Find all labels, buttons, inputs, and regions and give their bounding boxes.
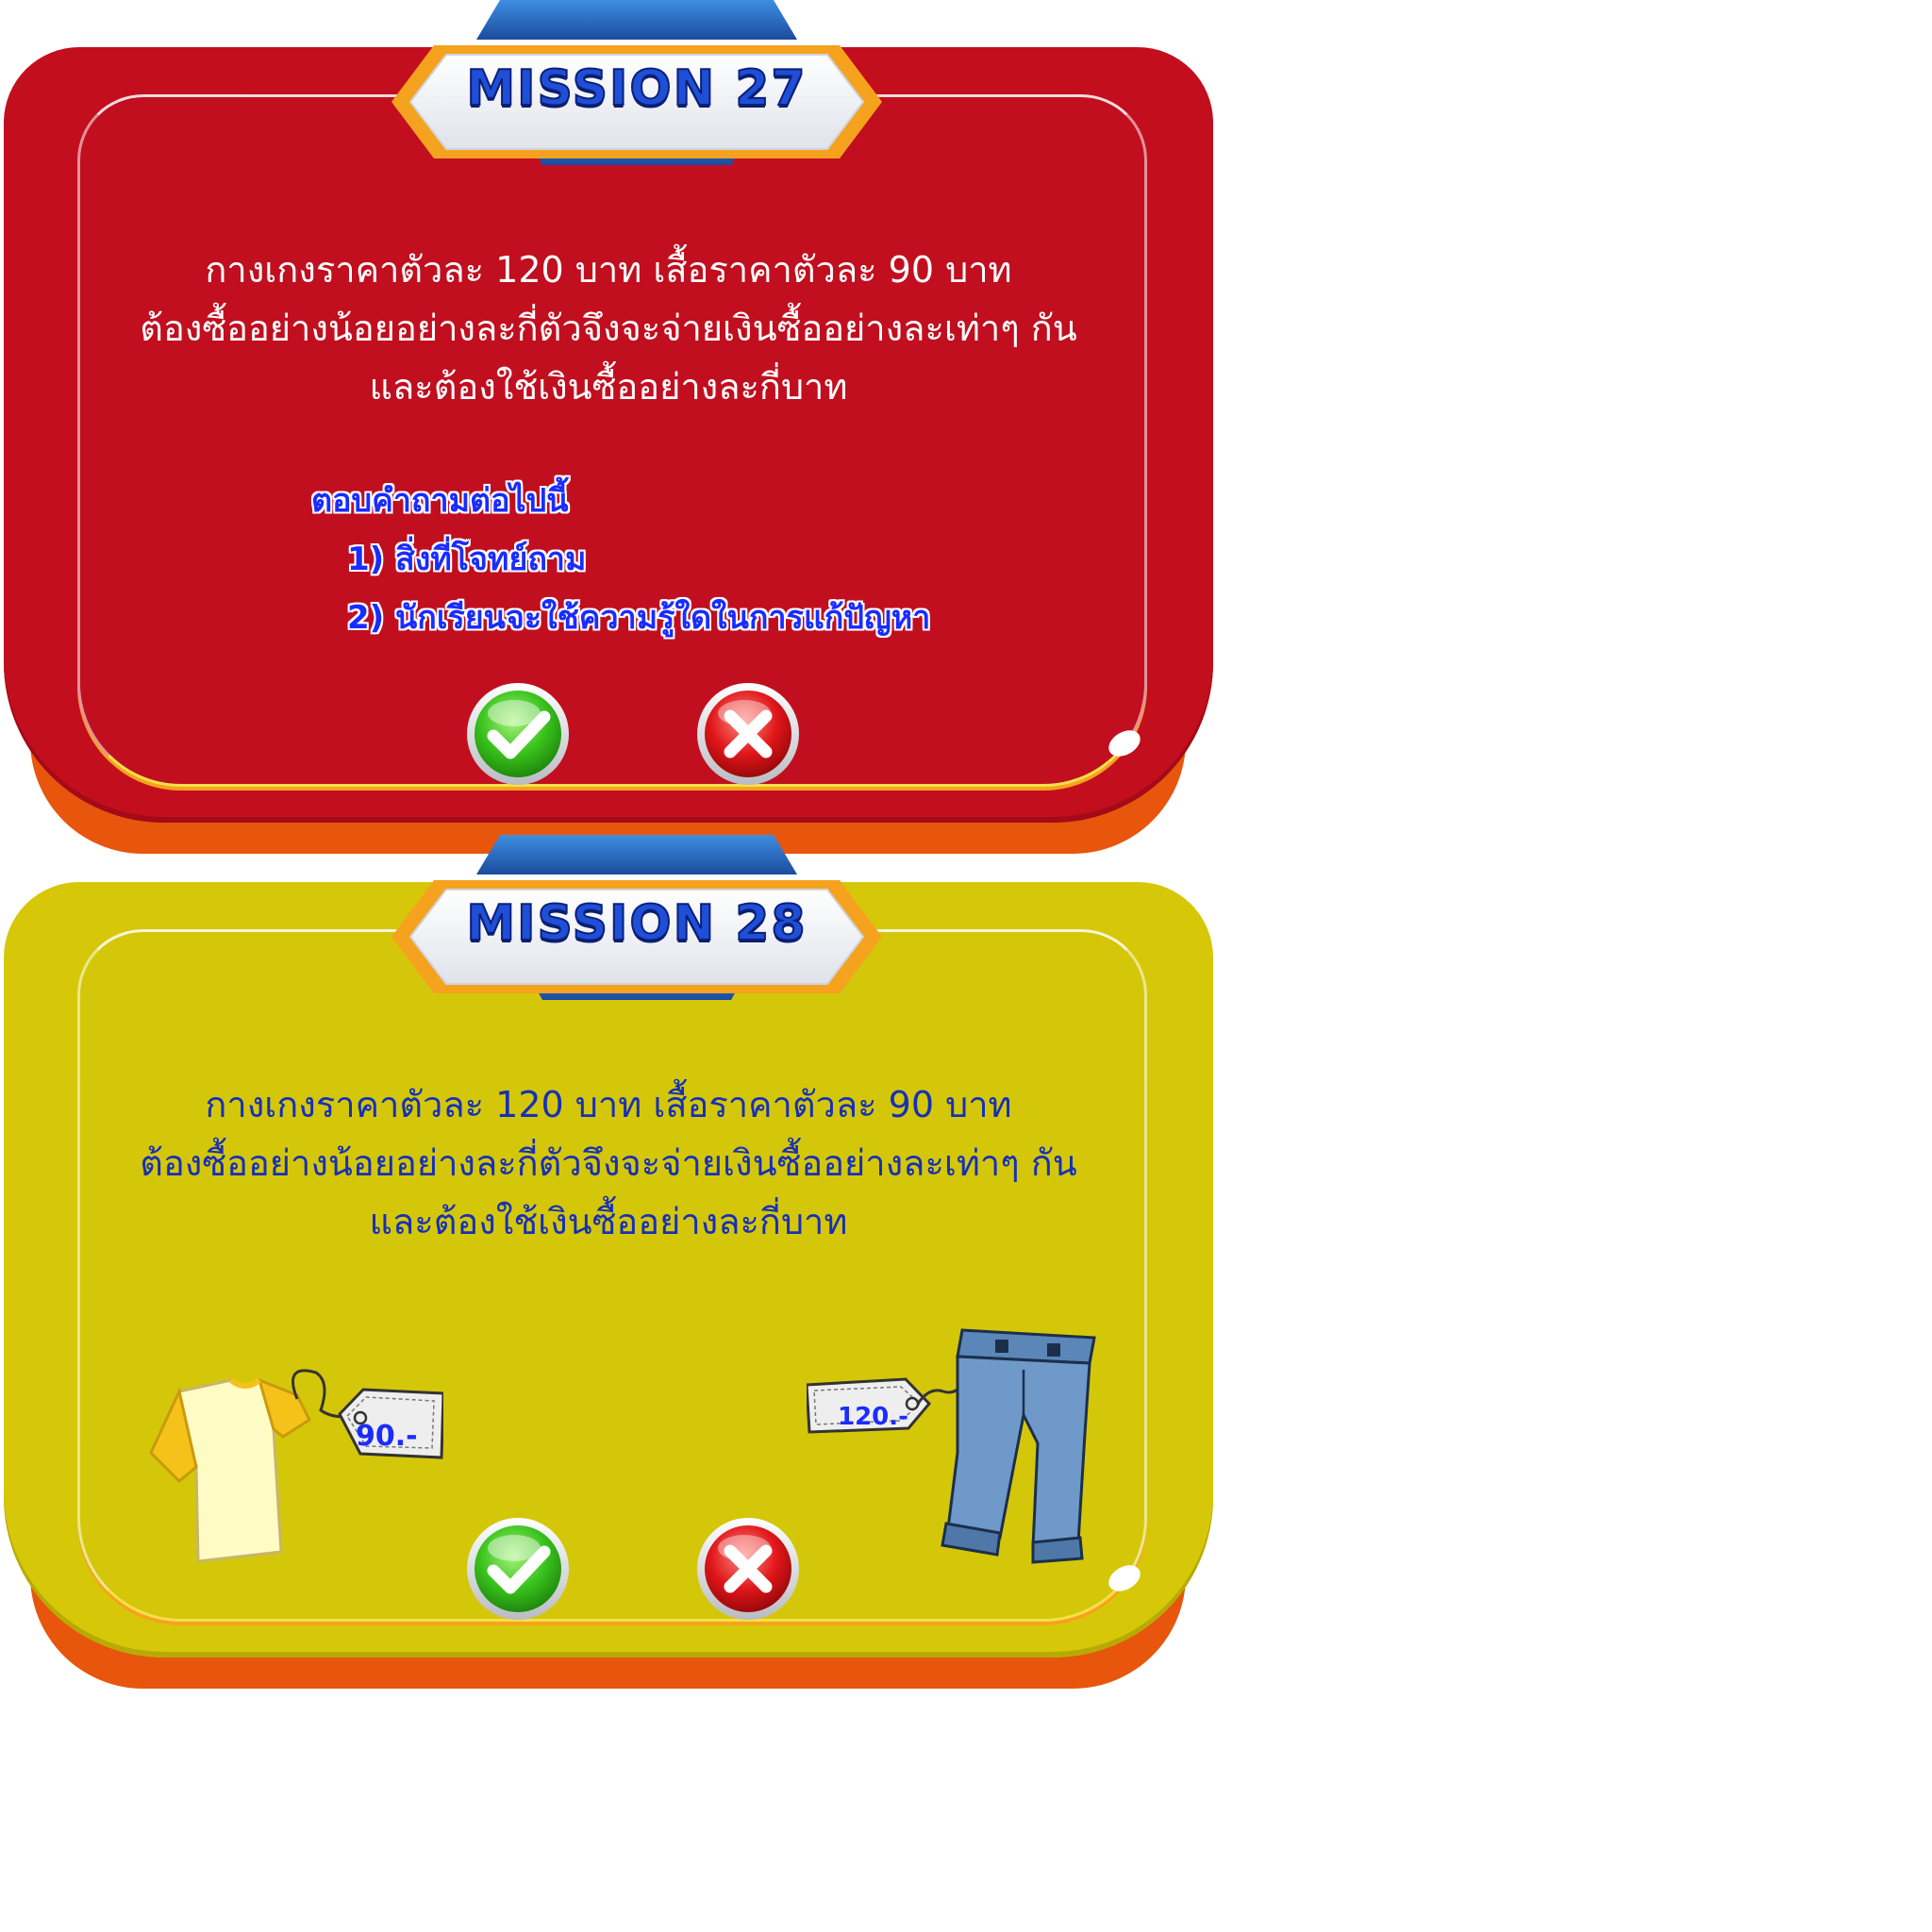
mission-banner: MISSION 28 <box>391 835 882 1024</box>
cancel-button[interactable] <box>695 681 801 787</box>
question-line: และต้องใช้เงินซื้ออย่างละกี่บาท <box>369 366 848 408</box>
mission-card-28: MISSION 28 กางเกงราคาตัวละ 120 บาท เสื้อ… <box>0 835 1217 1693</box>
shirt-icon <box>149 1369 445 1563</box>
x-icon <box>697 1518 799 1620</box>
mission-title: MISSION 28 <box>465 894 808 953</box>
mission-title: MISSION 27 <box>465 59 808 118</box>
prompt-item: 1) สิ่งที่โจทย์ถาม <box>347 541 587 578</box>
mission-card-27: MISSION 27 กางเกงราคาตัวละ 120 บาท เสื้อ… <box>0 0 1217 858</box>
mission-banner: MISSION 27 <box>391 0 882 189</box>
pants-price-tag: 120.- <box>838 1403 908 1431</box>
question-line: กางเกงราคาตัวละ 120 บาท เสื้อราคาตัวละ 9… <box>205 249 1012 291</box>
question-text: กางเกงราคาตัวละ 120 บาท เสื้อราคาตัวละ 9… <box>90 241 1127 416</box>
prompt-item: 2) นักเรียนจะใช้ความรู้ใดในการแก้ปัญหา <box>347 599 931 637</box>
shirt-price-tag: 90.- <box>356 1420 418 1453</box>
answer-prompt: ตอบคำถามต่อไปนี้ 1) สิ่งที่โจทย์ถาม 2) น… <box>311 472 1066 647</box>
question-line: และต้องใช้เงินซื้ออย่างละกี่บาท <box>369 1201 848 1242</box>
shirt-illustration: 90.- <box>142 1363 445 1580</box>
question-line: กางเกงราคาตัวละ 120 บาท เสื้อราคาตัวละ 9… <box>205 1084 1012 1125</box>
confirm-button[interactable] <box>465 1516 571 1622</box>
question-text: กางเกงราคาตัวละ 120 บาท เสื้อราคาตัวละ 9… <box>90 1075 1127 1251</box>
card-panel <box>77 94 1147 787</box>
pants-illustration: 120.- <box>805 1321 1118 1566</box>
cancel-button[interactable] <box>695 1516 801 1622</box>
confirm-button[interactable] <box>465 681 571 787</box>
check-icon <box>467 683 569 785</box>
check-icon <box>467 1518 569 1620</box>
question-line: ต้องซื้ออย่างน้อยอย่างละกี่ตัวจึงจะจ่ายเ… <box>140 308 1077 349</box>
jeans-icon <box>805 1328 1096 1564</box>
x-icon <box>697 683 799 785</box>
prompt-heading: ตอบคำถามต่อไปนี้ <box>311 482 569 520</box>
question-line: ต้องซื้ออย่างน้อยอย่างละกี่ตัวจึงจะจ่ายเ… <box>140 1142 1077 1184</box>
